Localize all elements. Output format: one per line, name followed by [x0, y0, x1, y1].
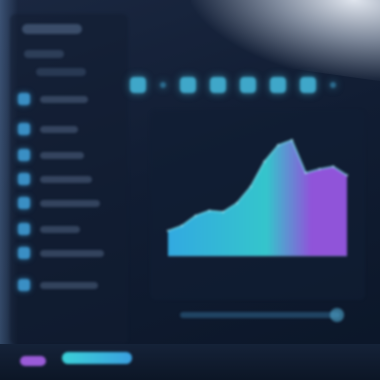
sidebar-item-7[interactable] [18, 246, 128, 260]
data-point[interactable] [304, 171, 307, 175]
settings-icon [18, 223, 30, 235]
layers-icon[interactable] [180, 77, 196, 93]
chart-scrollbar[interactable] [180, 312, 340, 318]
sidebar-item-label [40, 95, 88, 103]
sidebar-section-heading [24, 50, 64, 58]
sidebar-item-label [40, 225, 80, 233]
chart-plot-area [166, 138, 349, 257]
data-point[interactable] [221, 210, 225, 214]
sidebar-item-2[interactable] [18, 122, 128, 136]
sidebar-item-label [40, 175, 92, 183]
data-point[interactable] [194, 214, 197, 217]
calendar-icon [18, 197, 30, 209]
dot-icon [160, 82, 166, 88]
message-icon [18, 247, 30, 259]
area-chart [166, 138, 349, 257]
data-point[interactable] [208, 209, 211, 212]
data-point[interactable] [180, 224, 183, 227]
sidebar-item-1[interactable] [18, 92, 128, 106]
export-icon[interactable] [300, 77, 316, 93]
chart-icon [18, 93, 30, 105]
data-point[interactable] [345, 174, 349, 177]
taskbar-app-cyan[interactable] [62, 352, 132, 364]
sidebar-item-4[interactable] [18, 172, 128, 186]
folder-icon [18, 173, 30, 185]
sidebar-item-label [40, 281, 98, 289]
scroll-handle[interactable] [330, 308, 344, 322]
data-point[interactable] [290, 138, 294, 142]
home-icon[interactable] [130, 77, 146, 93]
data-point[interactable] [249, 185, 252, 188]
sidebar-item-8[interactable] [18, 278, 128, 292]
app-window [0, 0, 380, 380]
sidebar-item-5[interactable] [18, 196, 128, 210]
taskbar-app-purple[interactable] [20, 356, 46, 366]
sidebar-item-label [40, 199, 100, 207]
pie-icon[interactable] [210, 77, 226, 93]
data-point[interactable] [332, 165, 335, 168]
refresh-icon[interactable] [270, 77, 286, 93]
data-point[interactable] [235, 201, 239, 205]
sidebar-item-6[interactable] [18, 222, 128, 236]
taskbar [0, 344, 380, 380]
bell-icon [18, 279, 30, 291]
users-icon [18, 149, 30, 161]
sidebar-section-subheading [36, 68, 86, 76]
sidebar-item-3[interactable] [18, 148, 128, 162]
chart-toolbar [130, 70, 350, 100]
sidebar-item-label [40, 125, 78, 133]
app-logo [22, 24, 82, 34]
filter-icon[interactable] [240, 77, 256, 93]
data-point[interactable] [166, 229, 170, 232]
sidebar-item-label [40, 151, 84, 159]
more-icon[interactable] [330, 82, 336, 88]
grid-icon [18, 123, 30, 135]
data-point[interactable] [276, 143, 280, 147]
sidebar-item-label [40, 249, 104, 257]
data-point[interactable] [263, 160, 266, 163]
area-series [168, 140, 347, 256]
data-point[interactable] [318, 167, 321, 171]
